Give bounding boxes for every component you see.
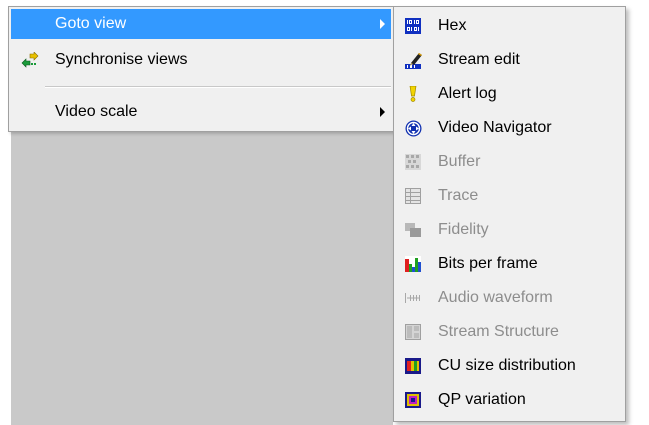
submenu-item-label: QP variation [438, 391, 526, 408]
submenu-item-label: Bits per frame [438, 255, 538, 272]
submenu-item-alert-log[interactable]: Alert log [396, 77, 623, 111]
submenu-item-stream-edit[interactable]: Stream edit [396, 43, 623, 77]
submenu-item-cu-size-distribution[interactable]: CU size distribution [396, 349, 623, 383]
submenu-item-stream-structure[interactable]: Stream Structure [396, 315, 623, 349]
submenu-item-fidelity[interactable]: Fidelity [396, 213, 623, 247]
submenu-arrow-icon [380, 19, 385, 29]
submenu-item-label: Alert log [438, 85, 497, 102]
cu-size-distribution-icon [405, 358, 421, 374]
submenu-item-label: Fidelity [438, 221, 489, 238]
submenu-item-label: Hex [438, 17, 467, 34]
submenu-item-label: CU size distribution [438, 357, 576, 374]
submenu-item-label: Stream edit [438, 51, 520, 68]
goto-view-submenu: Hex Stream edit Alert log Video Navigato… [393, 6, 626, 422]
submenu-item-label: Stream Structure [438, 323, 559, 340]
sync-arrows-icon [21, 52, 39, 68]
fidelity-icon [405, 222, 421, 238]
stream-structure-icon [405, 324, 421, 340]
submenu-item-label: Video Navigator [438, 119, 552, 136]
submenu-item-label: Trace [438, 187, 479, 204]
submenu-item-buffer[interactable]: Buffer [396, 145, 623, 179]
submenu-item-label: Audio waveform [438, 289, 553, 306]
submenu-item-trace[interactable]: Trace [396, 179, 623, 213]
submenu-item-hex[interactable]: Hex [396, 9, 623, 43]
hex-icon [405, 18, 421, 34]
app-background [11, 126, 393, 425]
menu-item-label: Synchronise views [55, 51, 188, 68]
trace-icon [405, 188, 421, 204]
menu-item-label: Video scale [55, 103, 138, 120]
submenu-item-video-navigator[interactable]: Video Navigator [396, 111, 623, 145]
audio-waveform-icon [405, 290, 421, 306]
qp-variation-icon [405, 392, 421, 408]
menu-item-synchronise-views[interactable]: Synchronise views [11, 45, 391, 75]
menu-separator [45, 86, 391, 88]
menu-item-label: Goto view [55, 15, 127, 32]
submenu-arrow-icon [380, 107, 385, 117]
stream-edit-icon [405, 52, 422, 69]
submenu-item-qp-variation[interactable]: QP variation [396, 383, 623, 417]
alert-log-icon [405, 86, 421, 102]
menu-item-video-scale[interactable]: Video scale [11, 97, 391, 127]
menu-item-goto-view[interactable]: Goto view [11, 9, 391, 39]
submenu-item-audio-waveform[interactable]: Audio waveform [396, 281, 623, 315]
buffer-icon [405, 154, 421, 170]
video-navigator-icon [405, 120, 422, 137]
context-menu: Goto view Synchronise views Video scale [8, 6, 394, 132]
bits-per-frame-icon [405, 256, 421, 272]
submenu-item-bits-per-frame[interactable]: Bits per frame [396, 247, 623, 281]
submenu-item-label: Buffer [438, 153, 481, 170]
